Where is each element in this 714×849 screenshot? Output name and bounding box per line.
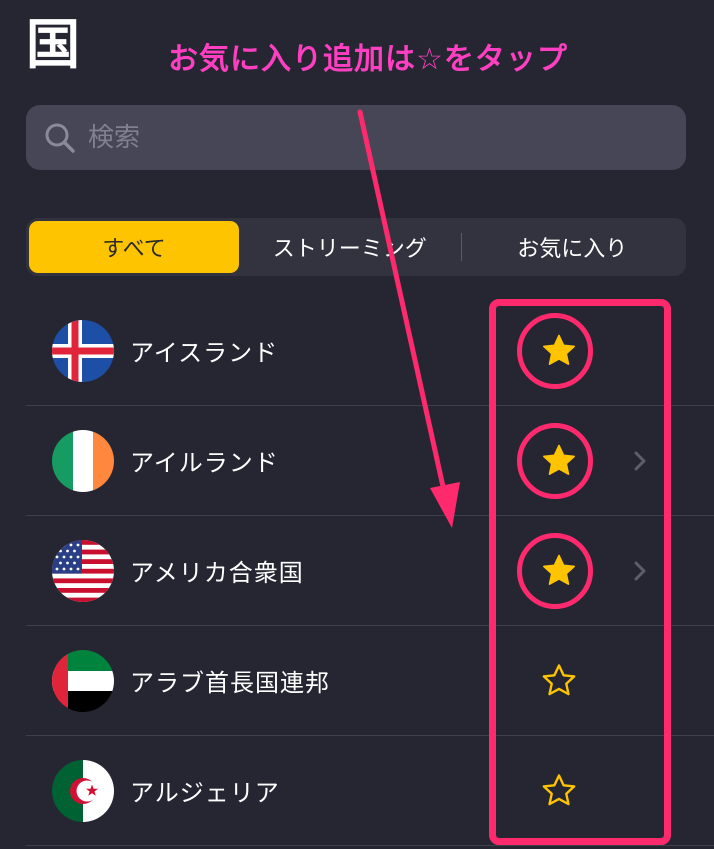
uae-flag-icon (52, 649, 114, 712)
country-name: アルジェリア (130, 779, 280, 807)
country-name: アメリカ合衆国 (130, 559, 304, 587)
tab-favorites[interactable]: お気に入り (462, 221, 684, 273)
segmented-control: すべて ストリーミング お気に入り (26, 218, 686, 276)
country-name: アイスランド (130, 339, 279, 367)
page-title: 国 (26, 13, 81, 76)
screen: 国 お気に入り追加は☆をタップ すべて ストリーミング お気に入り (0, 0, 714, 849)
country-name: アイルランド (130, 449, 279, 477)
tab-streaming[interactable]: ストリーミング (239, 221, 461, 273)
annotation-highlight-box (489, 299, 671, 845)
country-name: アラブ首長国連邦 (130, 669, 330, 697)
search-bar[interactable] (26, 105, 686, 170)
algeria-flag-icon (52, 759, 114, 822)
tab-all[interactable]: すべて (29, 221, 239, 273)
search-input[interactable] (86, 121, 650, 154)
search-icon (40, 118, 80, 158)
usa-flag-icon (52, 539, 114, 602)
ireland-flag-icon (52, 429, 114, 492)
iceland-flag-icon (52, 319, 114, 382)
annotation-text: お気に入り追加は☆をタップ (168, 42, 568, 77)
